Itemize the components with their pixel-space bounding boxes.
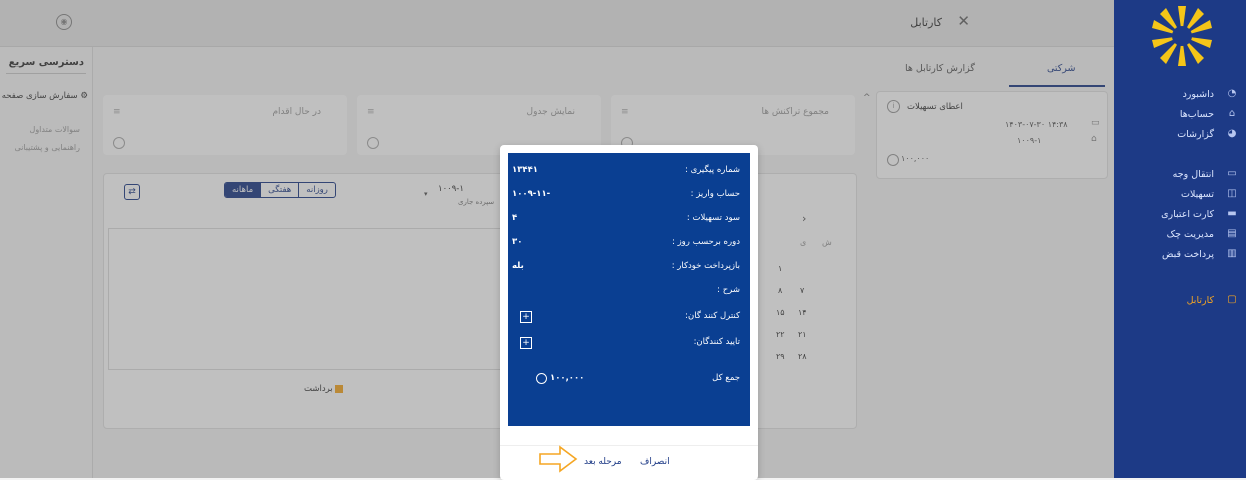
dashboard-icon: ◔ bbox=[1227, 88, 1237, 99]
sidebar-item-accounts[interactable]: ⌂ حساب‌ها bbox=[1114, 104, 1246, 124]
sidebar-item-transfer[interactable]: ▭ انتقال وجه bbox=[1114, 164, 1246, 184]
row-value: ۱۰۰۹-۱۱- bbox=[512, 189, 551, 199]
row-description: شرح : bbox=[508, 283, 750, 301]
sidebar-item-bill[interactable]: ▥ پرداخت قبض bbox=[1114, 244, 1246, 264]
row-label: دوره برحسب روز : bbox=[672, 237, 740, 247]
modal-details-panel: شماره پیگیری : ۱۳۴۴۱ حساب واریز : ۱۰۰۹-۱… bbox=[508, 153, 750, 426]
row-deposit-account: حساب واریز : ۱۰۰۹-۱۱- bbox=[508, 187, 750, 205]
row-controllers: کنترل کنند گان: + bbox=[508, 309, 750, 327]
sidebar-item-label: داشبورد bbox=[1182, 88, 1214, 100]
row-label: شرح : bbox=[717, 285, 740, 295]
row-label: بازپرداخت خودکار : bbox=[671, 261, 740, 271]
row-value: بله bbox=[512, 261, 524, 271]
row-label: کنترل کنند گان: bbox=[685, 311, 740, 321]
sidebar-item-dashboard[interactable]: ◔ داشبورد bbox=[1114, 84, 1246, 104]
row-auto-repayment: بازپرداخت خودکار : بله bbox=[508, 259, 750, 277]
row-value: ۴ bbox=[512, 213, 518, 223]
row-approvers: تایید کنندگان: + bbox=[508, 335, 750, 353]
row-label: شماره پیگیری : bbox=[685, 165, 740, 175]
cartable-icon: ▢ bbox=[1227, 294, 1237, 305]
sidebar-item-label: حساب‌ها bbox=[1179, 108, 1214, 120]
sidebar-item-label: پرداخت قبض bbox=[1161, 248, 1214, 260]
coin-icon bbox=[536, 373, 547, 384]
sidebar-item-label: گزارشات bbox=[1177, 128, 1214, 140]
arrow-pointer-icon bbox=[539, 445, 578, 473]
bill-icon: ▥ bbox=[1227, 248, 1237, 259]
loan-details-modal: شماره پیگیری : ۱۳۴۴۱ حساب واریز : ۱۰۰۹-۱… bbox=[500, 145, 758, 480]
sidebar-item-label: تسهیلات bbox=[1181, 188, 1214, 200]
row-label: سود تسهیلات : bbox=[686, 213, 740, 223]
row-value: ۱۳۴۴۱ bbox=[512, 165, 538, 175]
sun-logo-icon bbox=[1152, 6, 1212, 66]
sidebar-item-reports[interactable]: ◕ گزارشات bbox=[1114, 124, 1246, 144]
expand-plus-icon[interactable]: + bbox=[520, 337, 532, 349]
check-icon: ▤ bbox=[1227, 228, 1237, 239]
sidebar: ◔ داشبورد ⌂ حساب‌ها ◕ گزارشات ▭ انتقال وجه ◫… bbox=[1114, 0, 1246, 478]
loan-icon: ◫ bbox=[1227, 188, 1237, 199]
row-label: حساب واریز : bbox=[690, 189, 740, 199]
transfer-icon: ▭ bbox=[1227, 168, 1237, 179]
sidebar-item-cartable[interactable]: ▢ کارتابل bbox=[1114, 290, 1246, 310]
row-label: جمع کل bbox=[712, 373, 740, 383]
row-period-days: دوره برحسب روز : ۳۰ bbox=[508, 235, 750, 253]
sidebar-item-label: انتقال وجه bbox=[1172, 168, 1214, 180]
sidebar-item-label: کارت اعتباری bbox=[1161, 208, 1214, 220]
row-label: تایید کنندگان: bbox=[693, 337, 740, 347]
next-step-button[interactable]: مرحله بعد bbox=[584, 457, 622, 467]
row-loan-interest: سود تسهیلات : ۴ bbox=[508, 211, 750, 229]
row-total: جمع کل ۱۰۰,۰۰۰ bbox=[508, 371, 750, 389]
sidebar-item-loans[interactable]: ◫ تسهیلات bbox=[1114, 184, 1246, 204]
expand-plus-icon[interactable]: + bbox=[520, 311, 532, 323]
row-value: ۱۰۰,۰۰۰ bbox=[550, 373, 585, 383]
sidebar-item-credit-card[interactable]: ▬ کارت اعتباری bbox=[1114, 204, 1246, 224]
row-value: ۳۰ bbox=[512, 237, 523, 247]
bank-icon: ⌂ bbox=[1228, 108, 1236, 119]
sidebar-item-label: کارتابل bbox=[1186, 294, 1214, 306]
chart-icon: ◕ bbox=[1227, 128, 1237, 139]
row-tracking-number: شماره پیگیری : ۱۳۴۴۱ bbox=[508, 163, 750, 181]
credit-card-icon: ▬ bbox=[1227, 208, 1237, 219]
sidebar-item-cheque[interactable]: ▤ مدیریت چک bbox=[1114, 224, 1246, 244]
sidebar-item-label: مدیریت چک bbox=[1166, 228, 1214, 240]
cancel-button[interactable]: انصراف bbox=[640, 457, 670, 467]
